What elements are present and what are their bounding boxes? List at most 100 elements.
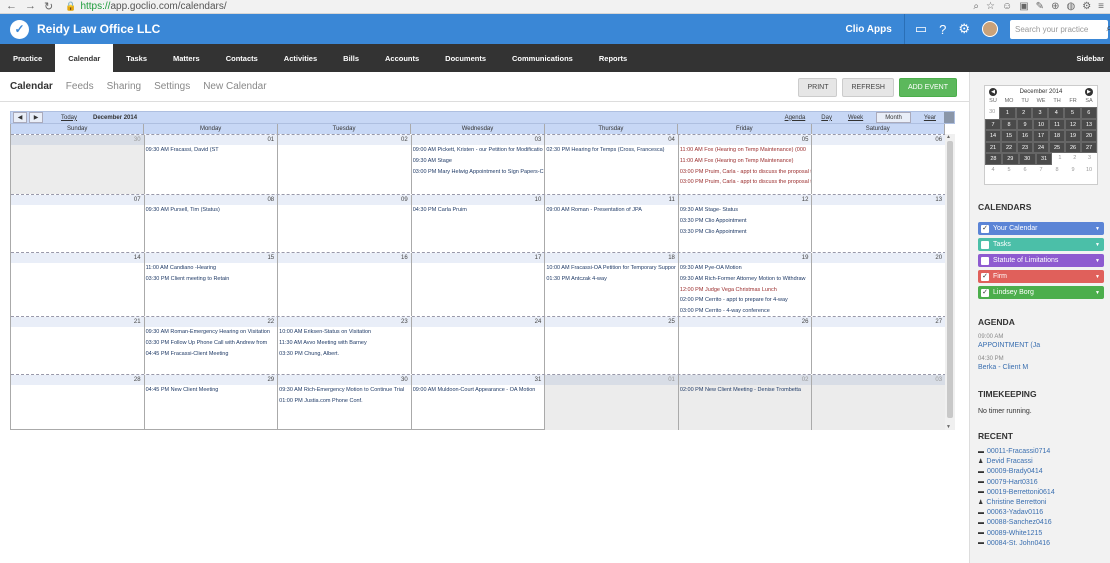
recent-item[interactable]: ♟ Christine Berrettoni (978, 499, 1046, 506)
nav-item-documents[interactable]: Documents (432, 44, 499, 72)
mini-day[interactable]: 30 (985, 107, 999, 119)
add-event-button[interactable]: ADD EVENT (898, 78, 957, 97)
view-week-button[interactable]: Week (840, 112, 871, 123)
mini-day[interactable]: 9 (1017, 118, 1033, 130)
calendar-event[interactable]: 09:30 AM Roman-Emergency Hearing on Visi… (145, 327, 278, 338)
mini-day[interactable]: 1 (1052, 153, 1067, 165)
day-cell[interactable]: 23 10:00 AM Eriksen-Status on Visitation 1… (278, 317, 412, 374)
calendar-event[interactable]: 11:00 AM Fox (Hearing on Temp Maintenanc… (679, 145, 812, 156)
calendar-event[interactable]: 10:00 AM Eriksen-Status on Visitation (278, 327, 411, 338)
calendar-event[interactable]: 09:30 AM Rich-Former Attorney Motion to … (679, 274, 812, 285)
recent-item[interactable]: ▬ 00084-St. John0416 (978, 540, 1050, 547)
calendar-event[interactable]: 03:00 PM Pruim, Carla - appt to discuss … (679, 177, 812, 188)
chevron-down-icon[interactable]: ▼ (1095, 274, 1100, 280)
day-cell[interactable]: 28 (11, 375, 145, 430)
mini-day[interactable]: 20 (1081, 130, 1097, 142)
tab-calendar[interactable]: Calendar (10, 81, 53, 92)
calendar-event[interactable]: 09:30 AM Rich-Emergency Motion to Contin… (278, 385, 411, 396)
address-bar[interactable]: https://app.goclio.com/calendars/ (80, 1, 226, 12)
agenda-item[interactable]: Berka - Client M (978, 364, 1028, 371)
search-icon[interactable]: ⌕ (1106, 23, 1110, 34)
mini-day[interactable]: 3 (1082, 153, 1097, 165)
mini-day[interactable]: 3 (1031, 107, 1049, 119)
mini-day[interactable]: 25 (1049, 141, 1065, 153)
star-icon[interactable]: ☆ (986, 1, 995, 12)
mini-day[interactable]: 4 (1048, 107, 1065, 119)
recent-item[interactable]: ♟ Devid Fracassi (978, 458, 1033, 465)
mini-day[interactable]: 11 (1049, 118, 1065, 130)
day-cell[interactable]: 15 11:00 AM Candiano -Hearing 03:30 PM Cli… (144, 253, 279, 316)
day-cell[interactable]: 25 (545, 317, 679, 374)
nav-item-tasks[interactable]: Tasks (113, 44, 160, 72)
day-cell[interactable]: 06 (812, 135, 947, 194)
calendar-event[interactable]: 09:30 AM Stage (412, 156, 545, 167)
mini-day[interactable]: 5 (1001, 165, 1017, 177)
print-button[interactable]: PRINT (798, 78, 838, 97)
calendar-event[interactable]: 03:00 PM Mary Helwig Appointment to Sign… (412, 167, 545, 178)
nav-item-activities[interactable]: Activities (271, 44, 330, 72)
recent-item[interactable]: ▬ 00011-Fracassi0714 (978, 448, 1050, 455)
calendar-event[interactable]: 03:30 PM Follow Up Phone Call with Andre… (145, 338, 278, 349)
calendar-toggle-firm[interactable]: ✓ Firm ▼ (978, 270, 1104, 283)
view-month-button[interactable]: Month (876, 112, 911, 123)
mini-day[interactable]: 2 (1067, 153, 1082, 165)
mini-day[interactable]: 21 (985, 141, 1001, 153)
agenda-item[interactable]: APPOINTMENT (Ja (978, 342, 1040, 349)
mini-day[interactable]: 23 (1017, 141, 1033, 153)
calendar-event[interactable]: 09:30 AM Pye-OA Motion (679, 263, 812, 274)
zoom-icon[interactable]: ⌕ (973, 1, 979, 12)
day-cell[interactable]: 13 (812, 195, 947, 252)
recent-item[interactable]: ▬ 00009-Brady0414 (978, 468, 1043, 475)
mini-day[interactable]: 30 (1018, 153, 1036, 165)
calendar-event[interactable]: 09:30 AM Fracassi, David (ST (145, 145, 278, 156)
chevron-down-icon[interactable]: ▼ (1095, 242, 1100, 248)
calendar-event[interactable]: 03:00 PM Cerrito - 4-way conference (679, 306, 812, 316)
refresh-button[interactable]: REFRESH (842, 78, 894, 97)
calendar-scrollbar[interactable]: ▲ ▼ (945, 134, 955, 430)
calendar-event[interactable]: 02:00 PM Cerrito - appt to prepare for 4… (679, 295, 812, 306)
mini-next-icon[interactable]: ▶ (1084, 88, 1093, 96)
calendar-event[interactable]: 11:00 AM Candiano -Hearing (145, 263, 278, 274)
day-cell[interactable]: 18 10:00 AM Fracassi-OA Petition for Temp… (545, 253, 679, 316)
mini-day[interactable]: 10 (1081, 165, 1097, 177)
view-year-button[interactable]: Year (916, 112, 944, 123)
day-cell[interactable]: 24 (411, 317, 546, 374)
scrollbar-thumb[interactable] (947, 141, 953, 418)
mini-day[interactable]: 7 (1033, 165, 1049, 177)
menu-icon[interactable]: ≡ (1098, 1, 1104, 12)
day-cell[interactable]: 01 09:30 AM Fracassi, David (ST (144, 135, 279, 194)
mini-day[interactable]: 4 (985, 165, 1001, 177)
day-cell[interactable]: 22 09:30 AM Roman-Emergency Hearing on Vi… (144, 317, 279, 374)
day-cell[interactable]: 26 (678, 317, 813, 374)
checkbox[interactable]: ✓ (981, 272, 989, 281)
mini-day[interactable]: 31 (1035, 153, 1053, 165)
calendar-settings-icon[interactable] (944, 112, 954, 123)
calendar-event[interactable]: 04:30 PM Carla Pruim (412, 205, 545, 216)
today-button[interactable]: Today (61, 115, 77, 121)
tab-new-calendar[interactable]: New Calendar (203, 81, 266, 92)
day-cell[interactable]: 20 (812, 253, 947, 316)
calendar-event[interactable]: 11:00 AM Fox (Hearing on Temp Maintenanc… (679, 156, 812, 167)
mini-day[interactable]: 15 (1001, 130, 1017, 142)
day-cell[interactable]: 02 02:00 PM New Client Meeting - Denise T… (678, 375, 813, 430)
chevron-down-icon[interactable]: ▼ (1095, 290, 1100, 296)
mini-day[interactable]: 1 (999, 107, 1016, 119)
calendar-event[interactable]: 01:00 PM Justia.com Phone Conf. (278, 396, 411, 407)
calendar-event[interactable]: 10:00 AM Fracassi-OA Petition for Tempor… (545, 263, 678, 274)
gear-icon[interactable]: ⚙ (958, 21, 970, 37)
calendar-event[interactable]: 03:30 PM Clio Appointment (679, 216, 812, 227)
checkbox[interactable]: ✓ (981, 224, 989, 233)
day-cell[interactable]: 12 09:30 AM Stage- Status 03:30 PM Clio Ap… (678, 195, 813, 252)
mini-day[interactable]: 18 (1049, 130, 1065, 142)
calendar-event[interactable]: 02:00 PM New Client Meeting - Denise Tro… (679, 385, 812, 396)
day-cell[interactable]: 03 09:00 AM Pickett, Kristen - our Petiti… (411, 135, 546, 194)
app-logo[interactable]: ✓ Reidy Law Office LLC (10, 19, 160, 39)
tab-settings[interactable]: Settings (154, 81, 190, 92)
recent-item[interactable]: ▬ 00019-Berrettoni0614 (978, 489, 1055, 496)
day-cell[interactable]: 02 (278, 135, 412, 194)
day-cell[interactable]: 01 (545, 375, 679, 430)
day-cell[interactable]: 05 11:00 AM Fox (Hearing on Temp Maintena… (678, 135, 813, 194)
checkbox[interactable] (981, 256, 989, 265)
prev-month-button[interactable]: ◀ (13, 112, 27, 123)
clio-apps-link[interactable]: Clio Apps (846, 24, 892, 35)
